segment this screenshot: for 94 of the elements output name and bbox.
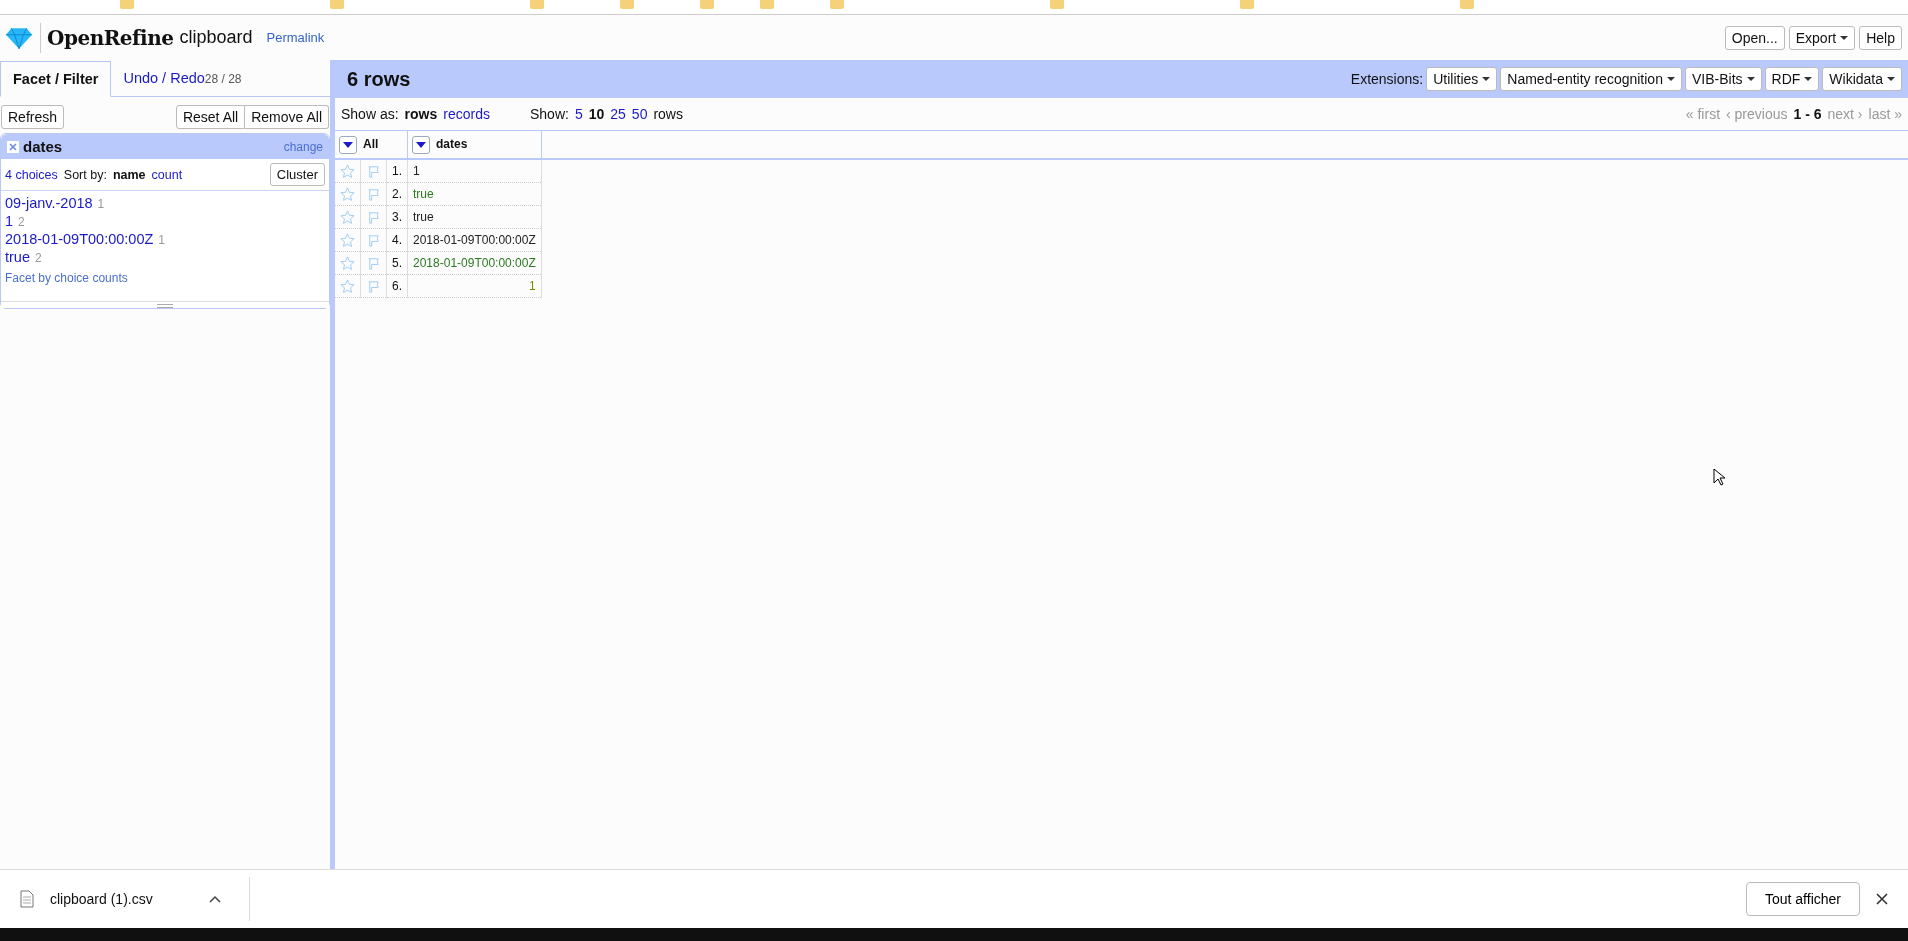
choices-count-link[interactable]: 4 choices xyxy=(5,167,58,182)
rows-label: rows xyxy=(653,106,683,122)
table-cell: 1 xyxy=(407,159,542,183)
choice-count: 1 xyxy=(97,197,105,211)
panel-tab[interactable]: Undo / Redo28 / 28 xyxy=(111,60,254,96)
column-header[interactable]: All xyxy=(335,131,408,159)
star-icon[interactable] xyxy=(340,186,355,202)
row-number: 6. xyxy=(386,274,408,298)
folder-icon[interactable] xyxy=(1460,0,1474,9)
dropdown-icon[interactable] xyxy=(339,135,357,154)
mouse-pointer-icon xyxy=(1713,468,1725,486)
folder-icon[interactable] xyxy=(620,0,634,9)
caret-icon xyxy=(1746,77,1755,81)
caret-icon xyxy=(1887,77,1895,81)
cluster-button[interactable]: Cluster xyxy=(269,163,325,186)
header-button[interactable]: Export xyxy=(1788,25,1856,50)
header-button[interactable]: Help xyxy=(1859,25,1902,50)
folder-icon[interactable] xyxy=(700,0,714,9)
facet-by-counts-link[interactable]: Facet by choice counts xyxy=(5,271,325,285)
sort-label: Sort by: xyxy=(63,167,107,182)
app-name: OpenRefine xyxy=(47,25,174,50)
row-number: 2. xyxy=(386,182,408,206)
flag-icon[interactable] xyxy=(366,186,381,202)
extension-menu-button[interactable]: Named-entity recognition xyxy=(1500,67,1682,91)
extension-menu-button[interactable]: RDF xyxy=(1764,67,1820,91)
chevron-up-icon[interactable] xyxy=(208,895,221,903)
choice-count: 1 xyxy=(158,233,165,247)
close-icon[interactable] xyxy=(1876,893,1888,905)
page-size-link[interactable]: 10 xyxy=(588,106,605,122)
page-size-link[interactable]: 50 xyxy=(631,106,648,122)
flag-icon[interactable] xyxy=(366,232,381,248)
sort-option[interactable]: name xyxy=(112,167,146,182)
flag-icon[interactable] xyxy=(366,255,381,271)
show-label: Show: xyxy=(529,106,569,122)
row-number: 1. xyxy=(386,159,408,183)
extension-menu-button[interactable]: VIB-Bits xyxy=(1684,67,1762,91)
table-cell: 2018-01-09T00:00:00Z xyxy=(407,251,542,275)
star-icon[interactable] xyxy=(340,163,355,179)
choice-count: 2 xyxy=(18,215,25,229)
page-size-link[interactable]: 5 xyxy=(574,106,583,122)
show-as-label: Show as: xyxy=(341,106,399,122)
flag-icon[interactable] xyxy=(366,163,381,179)
extensions-label: Extensions: xyxy=(1350,71,1424,87)
row-number: 3. xyxy=(386,205,408,229)
folder-icon[interactable] xyxy=(1050,0,1064,9)
column-header[interactable]: dates xyxy=(407,131,542,159)
facet-title: dates xyxy=(23,138,63,155)
row-number: 4. xyxy=(386,228,408,252)
facet-choice[interactable]: 09-janv.-2018 xyxy=(5,195,93,211)
dropdown-icon[interactable] xyxy=(412,135,430,154)
facet-choice[interactable]: 2018-01-09T00:00:00Z xyxy=(5,231,154,247)
page-size-link[interactable]: 25 xyxy=(610,106,626,122)
folder-icon[interactable] xyxy=(1240,0,1254,9)
table-cell: true xyxy=(407,205,542,229)
star-icon[interactable] xyxy=(340,232,355,248)
extension-menu-button[interactable]: Wikidata xyxy=(1822,67,1902,91)
folder-icon[interactable] xyxy=(330,0,344,9)
star-icon[interactable] xyxy=(340,255,355,271)
table-cell: true xyxy=(407,182,542,206)
view-mode-link[interactable]: rows xyxy=(404,106,438,122)
folder-icon[interactable] xyxy=(830,0,844,9)
header-button[interactable]: Open... xyxy=(1724,25,1785,50)
choice-count: 2 xyxy=(35,251,42,265)
permalink-link[interactable]: Permalink xyxy=(266,30,325,45)
diamond-icon xyxy=(6,26,32,49)
download-file-name[interactable]: clipboard (1).csv xyxy=(50,891,153,907)
file-icon xyxy=(20,890,34,908)
caret-icon xyxy=(1804,77,1813,81)
page-range: 1 - 6 xyxy=(1793,106,1822,122)
caret-icon xyxy=(1482,77,1491,81)
facet-choice[interactable]: true xyxy=(5,249,30,265)
sort-option[interactable]: count xyxy=(151,167,183,182)
flag-icon[interactable] xyxy=(366,209,381,225)
panel-tab[interactable]: Facet / Filter xyxy=(0,61,112,97)
star-icon[interactable] xyxy=(340,209,355,225)
folder-icon[interactable] xyxy=(760,0,774,9)
project-name[interactable]: clipboard xyxy=(179,27,253,48)
resize-handle[interactable] xyxy=(1,301,329,308)
extension-menu-button[interactable]: Utilities xyxy=(1426,67,1498,91)
show-all-button[interactable]: Tout afficher xyxy=(1746,882,1860,916)
row-number: 5. xyxy=(386,251,408,275)
refresh-button[interactable]: Refresh xyxy=(1,105,65,129)
table-cell: 1 xyxy=(407,274,542,298)
caret-icon xyxy=(1666,77,1675,81)
row-count-title: 6 rows xyxy=(347,67,411,91)
flag-icon[interactable] xyxy=(366,278,381,294)
reset-all-button[interactable]: Reset All xyxy=(175,105,246,129)
folder-icon[interactable] xyxy=(120,0,134,9)
view-mode-link[interactable]: records xyxy=(443,106,490,122)
folder-icon[interactable] xyxy=(530,0,544,9)
table-cell: 2018-01-09T00:00:00Z xyxy=(407,228,542,252)
remove-all-button[interactable]: Remove All xyxy=(245,105,329,129)
facet-choice[interactable]: 1 xyxy=(5,213,14,229)
star-icon[interactable] xyxy=(340,278,355,294)
